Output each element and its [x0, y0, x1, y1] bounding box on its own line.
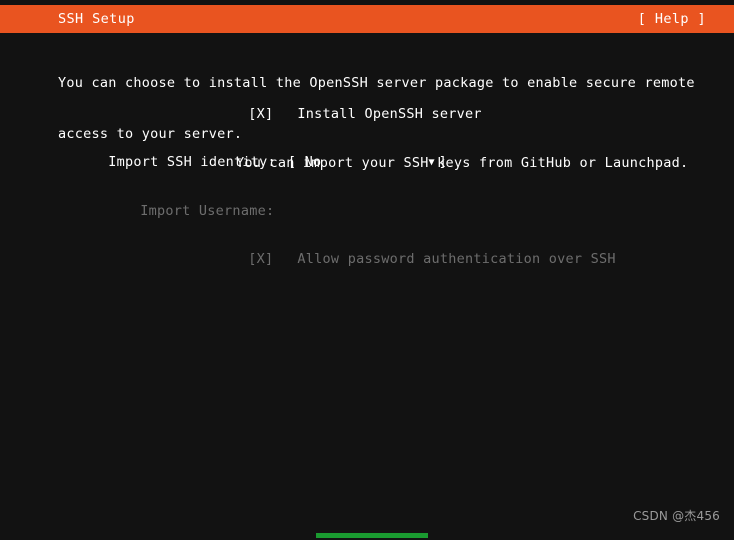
help-button[interactable]: [ Help ] [638, 11, 706, 27]
installer-screen: SSH Setup [ Help ] You can choose to ins… [0, 0, 734, 540]
install-openssh-checkbox[interactable]: [X] [248, 106, 273, 122]
import-username-label: Import Username: [140, 203, 275, 219]
password-auth-checkbox[interactable]: [X] [248, 251, 273, 267]
install-openssh-label: Install OpenSSH server [297, 106, 482, 122]
password-auth-checkbox-row[interactable]: [X] Allow password authentication over SS… [198, 235, 616, 283]
import-username-row[interactable]: Import Username: [90, 187, 274, 235]
progress-bar [316, 533, 428, 538]
import-identity-hint: You can import your SSH keys from GitHub… [236, 155, 689, 171]
install-openssh-checkbox-row[interactable]: [X] Install OpenSSH server [198, 90, 482, 138]
content-area: You can choose to install the OpenSSH se… [0, 33, 734, 540]
title-bar: SSH Setup [ Help ] [0, 5, 734, 33]
password-auth-label: Allow password authentication over SSH [297, 251, 616, 267]
watermark: CSDN @杰456 [633, 509, 720, 523]
page-title: SSH Setup [58, 11, 135, 27]
